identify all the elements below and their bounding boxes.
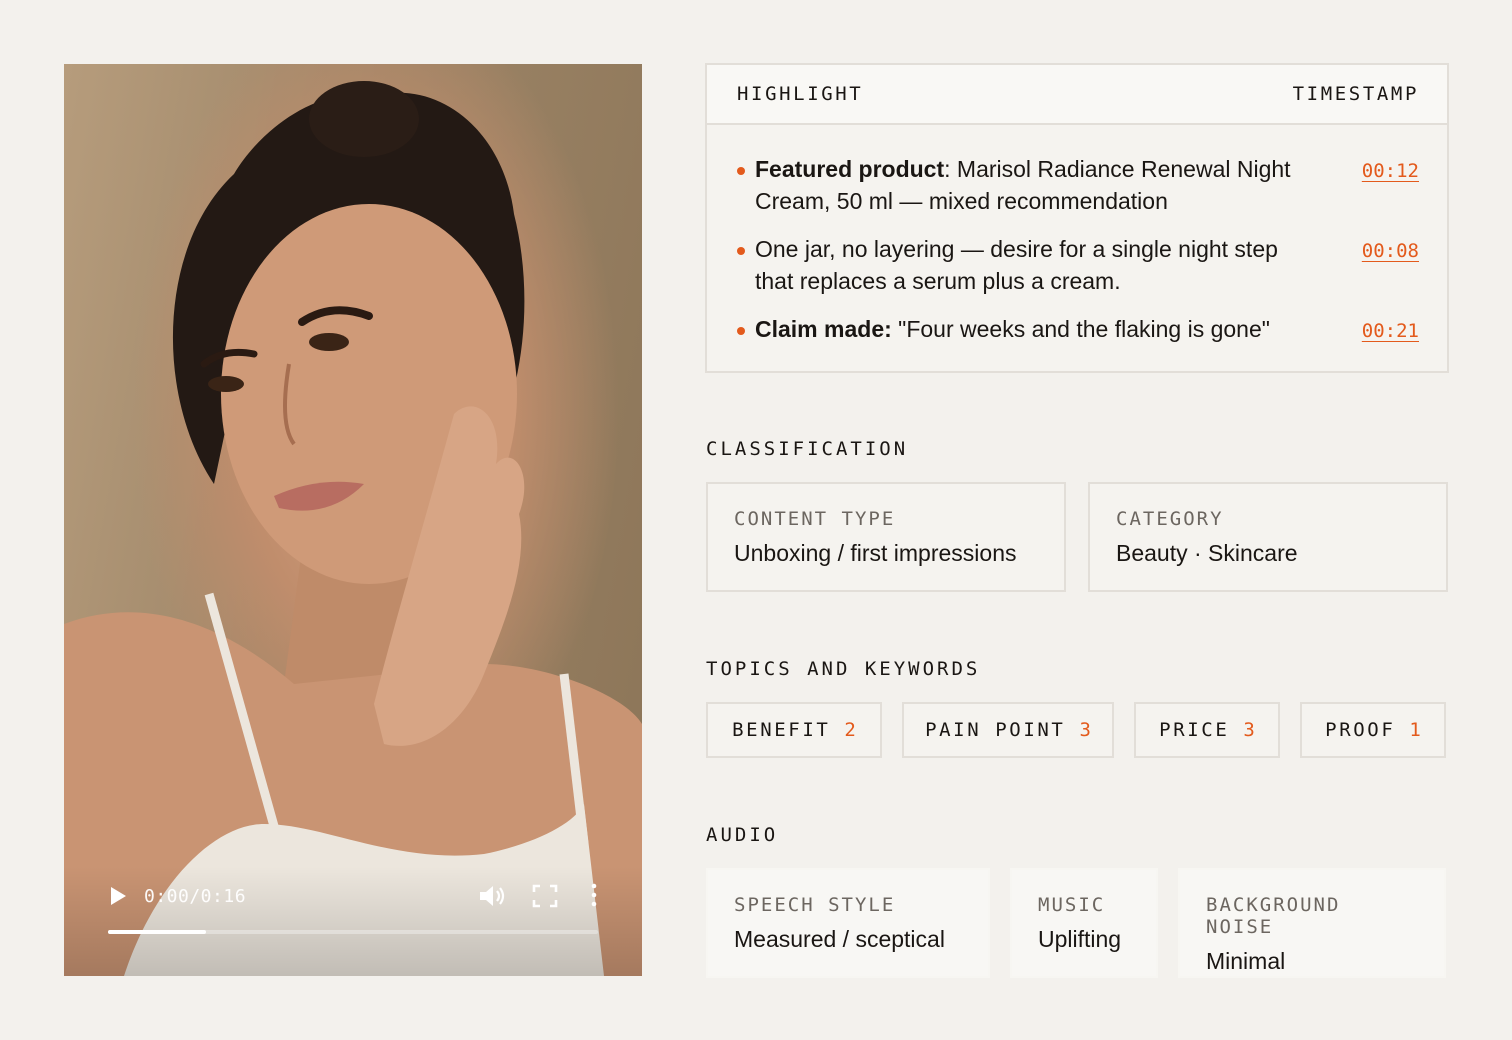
bullet-icon bbox=[737, 247, 745, 255]
chip-count: 1 bbox=[1409, 719, 1421, 741]
more-vertical-icon[interactable] bbox=[586, 882, 602, 908]
content-type-value: Unboxing / first impressions bbox=[734, 540, 1017, 566]
bullet-icon bbox=[737, 327, 745, 335]
category-value: Beauty · Skincare bbox=[1116, 540, 1298, 566]
chip-label: BENEFIT bbox=[732, 719, 831, 741]
music-card: MUSIC Uplifting bbox=[1010, 868, 1158, 978]
video-player[interactable]: 0:00/0:16 bbox=[64, 64, 642, 976]
video-progress-fill bbox=[108, 930, 206, 934]
highlight-bold: Claim made: bbox=[755, 316, 892, 342]
topic-chip-proof[interactable]: PROOF 1 bbox=[1300, 702, 1446, 758]
music-label: MUSIC bbox=[1038, 894, 1106, 916]
topics-title: TOPICS AND KEYWORDS bbox=[706, 658, 981, 680]
fullscreen-icon[interactable] bbox=[532, 884, 558, 908]
highlight-text: "Four weeks and the flaking is gone" bbox=[891, 316, 1270, 342]
highlights-list: Featured product: Marisol Radiance Renew… bbox=[707, 125, 1447, 345]
content-type-label: CONTENT TYPE bbox=[734, 508, 896, 530]
timestamp-link[interactable]: 00:08 bbox=[1362, 235, 1419, 267]
bullet-icon bbox=[737, 167, 745, 175]
highlight-item: Claim made: "Four weeks and the flaking … bbox=[707, 313, 1447, 345]
chip-label: PAIN POINT bbox=[925, 719, 1066, 741]
topic-chip-pain-point[interactable]: PAIN POINT 3 bbox=[902, 702, 1114, 758]
chip-label: PRICE bbox=[1159, 719, 1230, 741]
highlight-item: One jar, no layering — desire for a sing… bbox=[707, 233, 1447, 297]
background-noise-value: Minimal bbox=[1206, 948, 1286, 974]
category-card: CATEGORY Beauty · Skincare bbox=[1088, 482, 1448, 592]
background-noise-card: BACKGROUND NOISE Minimal bbox=[1178, 868, 1446, 978]
video-progress-bar[interactable] bbox=[108, 930, 598, 934]
video-time: 0:00/0:16 bbox=[144, 886, 247, 907]
timestamp-column-header: TIMESTAMP bbox=[1292, 83, 1419, 105]
highlight-bold: Featured product bbox=[755, 156, 945, 182]
speech-style-value: Measured / sceptical bbox=[734, 926, 945, 952]
video-controls: 0:00/0:16 bbox=[64, 866, 642, 976]
background-noise-label: BACKGROUND NOISE bbox=[1206, 894, 1341, 938]
highlight-text: One jar, no layering — desire for a sing… bbox=[755, 236, 1278, 294]
play-icon[interactable] bbox=[108, 886, 128, 906]
volume-icon[interactable] bbox=[478, 884, 506, 908]
timestamp-link[interactable]: 00:12 bbox=[1362, 155, 1419, 187]
chip-count: 2 bbox=[844, 719, 856, 741]
audio-title: AUDIO bbox=[706, 824, 779, 846]
speech-style-label: SPEECH STYLE bbox=[734, 894, 896, 916]
highlight-item: Featured product: Marisol Radiance Renew… bbox=[707, 153, 1447, 217]
content-type-card: CONTENT TYPE Unboxing / first impression… bbox=[706, 482, 1066, 592]
chip-count: 3 bbox=[1079, 719, 1091, 741]
topic-chip-price[interactable]: PRICE 3 bbox=[1134, 702, 1280, 758]
music-value: Uplifting bbox=[1038, 926, 1122, 952]
category-label: CATEGORY bbox=[1116, 508, 1224, 530]
highlights-table: HIGHLIGHT TIMESTAMP Featured product: Ma… bbox=[705, 63, 1449, 373]
chip-label: PROOF bbox=[1325, 719, 1396, 741]
timestamp-link[interactable]: 00:21 bbox=[1362, 315, 1419, 347]
classification-title: CLASSIFICATION bbox=[706, 438, 909, 460]
video-frame-image bbox=[64, 81, 642, 976]
chip-count: 3 bbox=[1243, 719, 1255, 741]
highlights-header: HIGHLIGHT TIMESTAMP bbox=[707, 65, 1447, 125]
topic-chip-benefit[interactable]: BENEFIT 2 bbox=[706, 702, 882, 758]
highlight-column-header: HIGHLIGHT bbox=[737, 83, 864, 105]
speech-style-card: SPEECH STYLE Measured / sceptical bbox=[706, 868, 990, 978]
